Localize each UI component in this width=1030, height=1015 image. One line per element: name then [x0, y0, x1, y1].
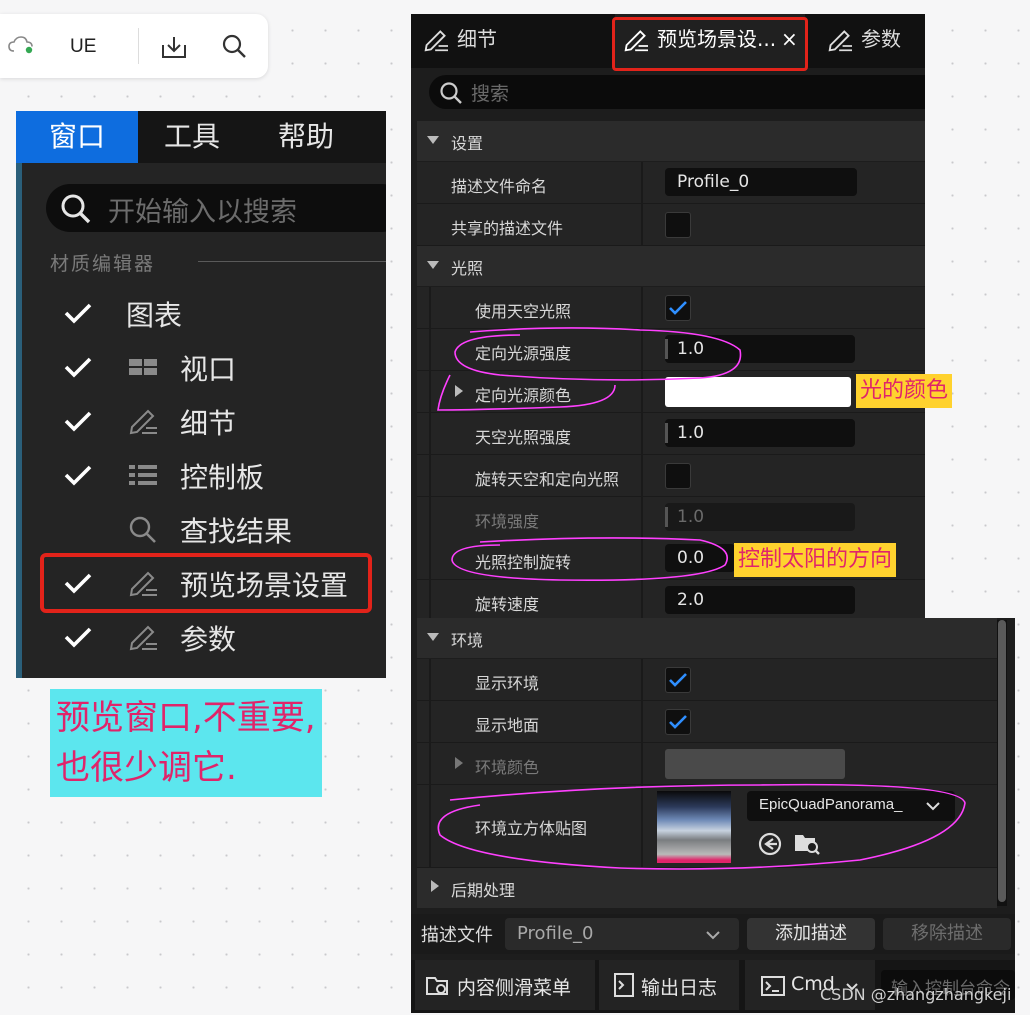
watermark: CSDN @zhangzhangkeji [820, 985, 1012, 1004]
annotation-circle [454, 327, 742, 381]
annotation-circle [451, 537, 728, 581]
annotation-note: 光的颜色 [856, 374, 953, 408]
annotation-strokes [437, 327, 966, 870]
annotation-note: 控制太阳的方向 [734, 543, 897, 577]
annotation-circle [437, 783, 966, 870]
